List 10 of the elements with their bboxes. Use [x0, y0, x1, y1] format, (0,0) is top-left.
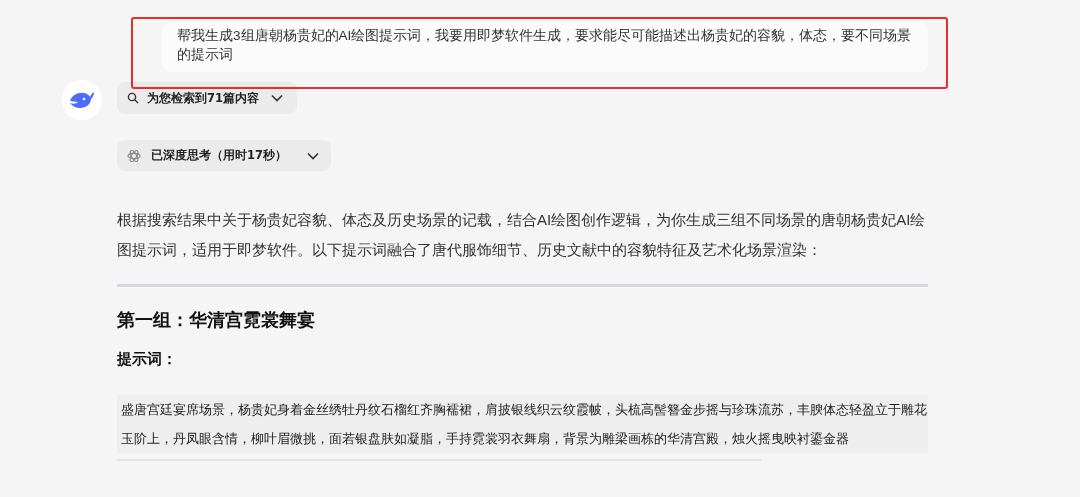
- search-icon: [127, 92, 139, 104]
- response-paragraph: 根据搜索结果中关于杨贵妃容貌、体态及历史场景的记载，结合AI绘图创作逻辑，为你生成三组不同场景的唐朝杨贵妃AI绘图提示词，适用于即梦软件。以下提示词融合了唐代服饰细节、历史文献中的容貌特征及艺术化场景渲染：: [117, 210, 927, 260]
- thinking-toggle[interactable]: 已深度思考（用时17秒）: [117, 140, 331, 171]
- prompt-label: 提示词：: [117, 350, 177, 369]
- section-heading: 第一组：华清宫霓裳舞宴: [117, 308, 315, 332]
- user-message: 帮我生成3组唐朝杨贵妃的AI绘图提示词，我要用即梦软件生成，要求能尽可能描述出杨贵妃的容貌，体态，要不同场景的提示词: [162, 22, 928, 72]
- search-results-toggle[interactable]: 为您检索到71篇内容: [117, 82, 297, 114]
- prompt-text: 盛唐宫廷宴席场景，杨贵妃身着金丝绣牡丹纹石榴红齐胸襦裙，肩披银线织云纹霞帔，头梳高髻簪金步摇与珍珠流苏，丰腴体态轻盈立于雕花玉阶上，丹凤眼含情，柳叶眉微挑，面若银盘肤如凝脂，手持霓裳羽衣舞扇，背景为雕梁画栋的华清宫殿，烛火摇曳映衬鎏金器: [117, 395, 928, 453]
- assistant-avatar-icon: [62, 80, 102, 120]
- atom-icon: [127, 148, 141, 163]
